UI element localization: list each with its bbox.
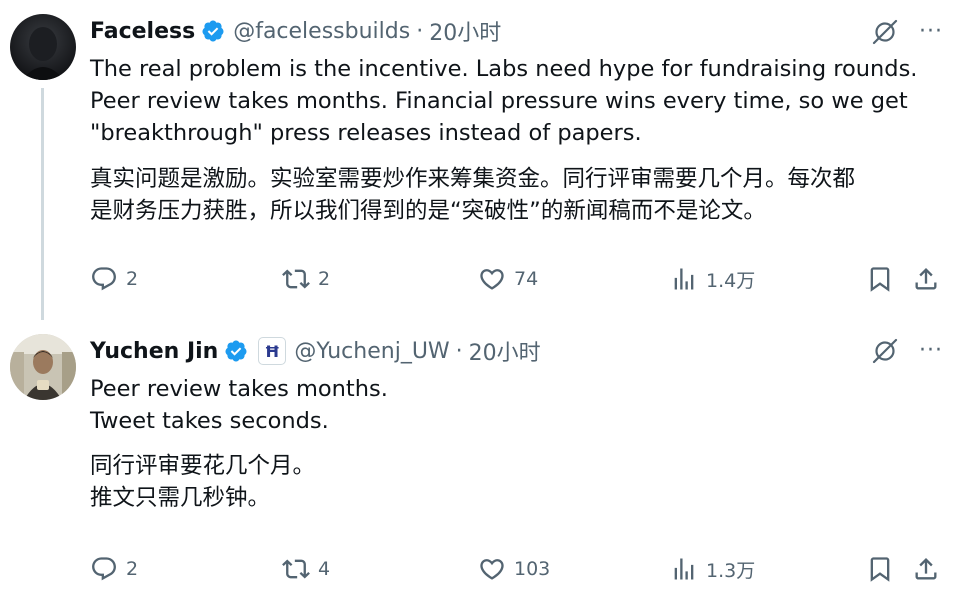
tweet-text-zh: 同行评审要花几个月。 推文只需几秒钟。 [90, 450, 950, 514]
like-count: 74 [514, 268, 539, 290]
views-icon [674, 558, 694, 580]
tweet-text-en: The real problem is the incentive. Labs … [90, 53, 950, 149]
views-icon [674, 268, 694, 290]
author-handle[interactable]: @facelessbuilds [233, 19, 410, 44]
views-count: 1.3万 [706, 559, 756, 582]
repost-count: 4 [318, 558, 331, 580]
thread-line [41, 88, 44, 320]
author-name[interactable]: Yuchen Jin [90, 339, 218, 364]
text-line: Peer review takes months. [90, 376, 388, 402]
repost-icon [282, 559, 310, 579]
text-line: 是财务压力获胜，所以我们得到的是“突破性”的新闻稿而不是论文。 [90, 198, 766, 224]
separator-dot: · [416, 18, 424, 44]
tweet-header: Yuchen Jin Ħ @Yuchenj_UW · 20小时 [90, 334, 541, 368]
reply-count: 2 [126, 268, 139, 290]
more-options-icon[interactable]: ··· [914, 16, 948, 46]
reply-icon [92, 557, 116, 581]
tweet-text-en: Peer review takes months. Tweet takes se… [90, 373, 950, 437]
reply-button[interactable]: 2 [90, 262, 138, 296]
timestamp[interactable]: 20小时 [469, 335, 541, 367]
action-bar: 2 4 103 1.3万 [90, 552, 950, 586]
affiliation-badge[interactable]: Ħ [258, 337, 287, 365]
like-icon [480, 269, 504, 290]
repost-button[interactable]: 2 [282, 262, 330, 296]
like-button[interactable]: 103 [478, 552, 550, 586]
reply-count: 2 [126, 558, 139, 580]
text-line: Peer review takes months. Financial pres… [90, 88, 908, 114]
grok-icon[interactable] [870, 17, 900, 47]
avatar[interactable] [10, 334, 76, 400]
text-line: 同行评审要花几个月。 [90, 453, 316, 479]
avatar[interactable] [10, 14, 76, 80]
tweet-header: Faceless @facelessbuilds · 20小时 [90, 14, 501, 48]
verified-badge-icon [224, 339, 248, 363]
like-button[interactable]: 74 [478, 262, 538, 296]
like-count: 103 [514, 558, 551, 580]
repost-icon [282, 269, 310, 289]
share-icon [915, 268, 937, 290]
grok-icon[interactable] [870, 336, 900, 366]
tweet-2[interactable]: Yuchen Jin Ħ @Yuchenj_UW · 20小时 ··· Peer… [0, 318, 972, 596]
repost-count: 2 [318, 268, 331, 290]
bookmark-button[interactable] [866, 552, 894, 586]
text-line: "breakthrough" press releases instead of… [90, 120, 642, 146]
bookmark-icon [870, 267, 890, 292]
bookmark-button[interactable] [866, 262, 894, 296]
reply-icon [92, 267, 116, 291]
share-button[interactable] [912, 552, 940, 586]
separator-dot: · [455, 338, 463, 364]
author-name[interactable]: Faceless [90, 19, 195, 44]
bookmark-icon [870, 557, 890, 582]
share-icon [915, 558, 937, 580]
timestamp[interactable]: 20小时 [429, 15, 501, 47]
more-options-icon[interactable]: ··· [914, 335, 948, 365]
text-line: The real problem is the incentive. Labs … [90, 56, 918, 82]
verified-badge-icon [201, 19, 225, 43]
text-line: 真实问题是激励。实验室需要炒作来筹集资金。同行评审需要几个月。每次都 [90, 166, 856, 192]
views-button[interactable]: 1.4万 [670, 262, 755, 296]
author-handle[interactable]: @Yuchenj_UW [294, 339, 449, 364]
tweet-text-zh: 真实问题是激励。实验室需要炒作来筹集资金。同行评审需要几个月。每次都 是财务压力… [90, 163, 950, 227]
views-count: 1.4万 [706, 269, 756, 292]
text-line: Tweet takes seconds. [90, 408, 329, 434]
views-button[interactable]: 1.3万 [670, 552, 755, 586]
tweet-1[interactable]: Faceless @facelessbuilds · 20小时 ··· The … [0, 0, 972, 320]
reply-button[interactable]: 2 [90, 552, 138, 586]
like-icon [480, 559, 504, 580]
action-bar: 2 2 74 1.4万 [90, 262, 950, 296]
text-line: 推文只需几秒钟。 [90, 485, 271, 511]
share-button[interactable] [912, 262, 940, 296]
repost-button[interactable]: 4 [282, 552, 330, 586]
